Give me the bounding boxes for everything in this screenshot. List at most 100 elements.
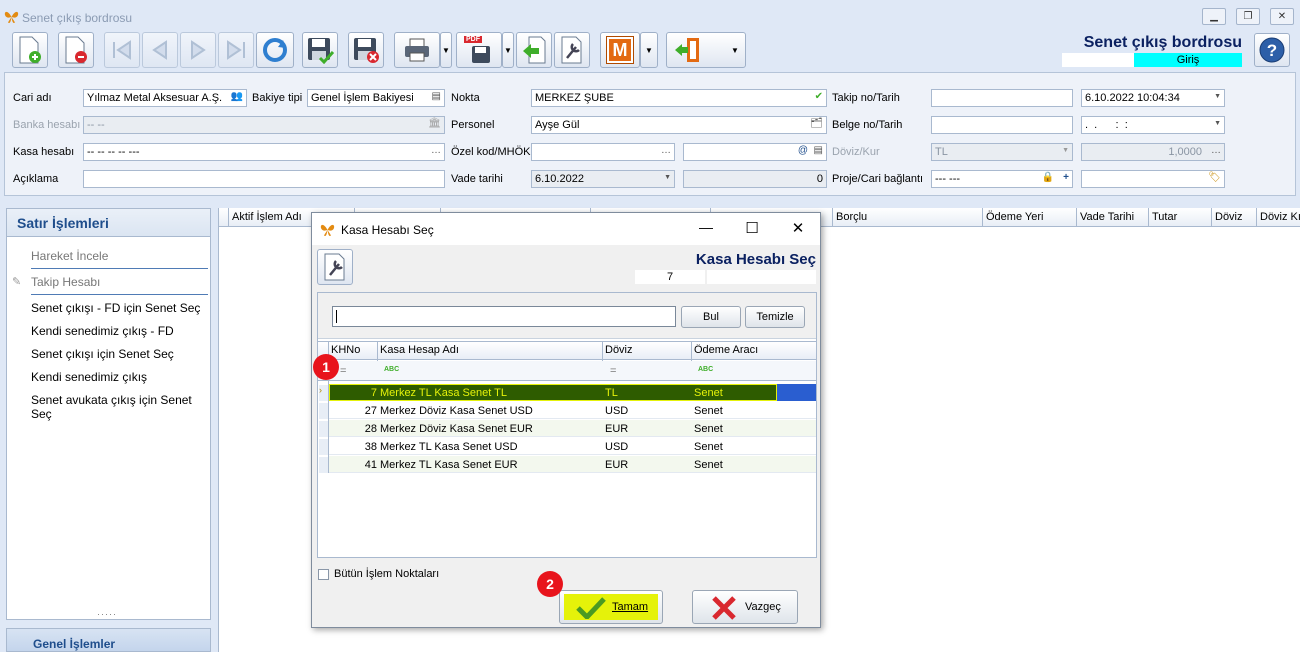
dialog-close-button[interactable]: ✕ bbox=[786, 219, 810, 239]
pdf-export-button[interactable]: PDF bbox=[456, 32, 502, 68]
first-record-button[interactable] bbox=[104, 32, 140, 68]
ok-button[interactable]: Tamam bbox=[559, 590, 663, 624]
print-button[interactable] bbox=[394, 32, 440, 68]
hareket-incele-item[interactable]: Hareket İncele bbox=[31, 249, 108, 263]
email-icon[interactable]: @ bbox=[798, 145, 808, 156]
find-button[interactable]: Bul bbox=[681, 306, 741, 328]
row-indicator-arrow-icon: › bbox=[319, 385, 328, 401]
bank-icon[interactable]: 🏛 bbox=[428, 118, 441, 129]
kendi-senet-fd-item[interactable]: Kendi senedimiz çıkış - FD bbox=[31, 324, 174, 338]
banka-hesabi-field[interactable]: -- -- 🏛 bbox=[83, 116, 445, 134]
add-icon[interactable]: + bbox=[1063, 172, 1069, 183]
kasa-hesabi-field[interactable]: -- -- -- -- ---… bbox=[83, 143, 445, 161]
column-header-khno[interactable]: KHNo bbox=[331, 344, 377, 356]
people-icon[interactable]: 👥 bbox=[231, 91, 243, 102]
dialog-minimize-button[interactable]: — bbox=[694, 219, 718, 239]
clear-button[interactable]: Temizle bbox=[745, 306, 805, 328]
tools-button[interactable] bbox=[554, 32, 590, 68]
person-card-icon[interactable]: 🗂 bbox=[810, 118, 823, 129]
ozel-kod-field[interactable]: … bbox=[531, 143, 675, 161]
dialog-tools-button[interactable] bbox=[317, 249, 353, 285]
filter-op-name[interactable]: ABC bbox=[384, 366, 399, 373]
callout-1: 1 bbox=[313, 354, 339, 380]
all-points-label: Bütün İşlem Noktaları bbox=[334, 568, 440, 580]
previous-record-button[interactable] bbox=[142, 32, 178, 68]
takip-date-field[interactable]: 6.10.2022 10:04:34 ▼ bbox=[1081, 89, 1225, 107]
next-record-button[interactable] bbox=[180, 32, 216, 68]
save-button[interactable] bbox=[302, 32, 338, 68]
proje-field[interactable]: --- --- 🔒 + bbox=[931, 170, 1073, 188]
m-module-button[interactable]: M bbox=[600, 32, 640, 68]
import-button[interactable] bbox=[516, 32, 552, 68]
dialog-titlebar: Kasa Hesabı Seç — ☐ ✕ bbox=[312, 213, 820, 245]
vade-tarihi-field[interactable]: 6.10.2022 ▼ bbox=[531, 170, 675, 188]
print-dropdown-button[interactable]: ▼ bbox=[440, 32, 452, 68]
grid-header[interactable]: Döviz bbox=[1212, 208, 1257, 227]
column-header-name[interactable]: Kasa Hesap Adı bbox=[380, 344, 600, 356]
panel-grip[interactable]: ····· bbox=[97, 609, 117, 619]
pdf-dropdown-button[interactable]: ▼ bbox=[502, 32, 514, 68]
filter-op-currency[interactable]: = bbox=[610, 365, 616, 377]
vade-gun-field[interactable]: 0 bbox=[683, 170, 827, 188]
tag-icon[interactable]: 🏷 bbox=[1208, 172, 1221, 183]
takip-hesabi-item[interactable]: Takip Hesabı bbox=[31, 275, 100, 289]
grid-header[interactable]: Döviz Kı bbox=[1257, 208, 1300, 227]
m-dropdown-button[interactable]: ▼ bbox=[640, 32, 658, 68]
new-document-button[interactable] bbox=[12, 32, 48, 68]
cari-adi-field[interactable]: Yılmaz Metal Aksesuar A.Ş. 👥 bbox=[83, 89, 247, 107]
ellipsis-icon[interactable]: … bbox=[1211, 145, 1221, 156]
dialog-grid-area: Bul Temizle KHNo Kasa Hesap Adı Döviz Öd… bbox=[317, 292, 817, 558]
kur-field[interactable]: 1,0000… bbox=[1081, 143, 1225, 161]
chevron-down-icon[interactable]: ▼ bbox=[1062, 147, 1069, 154]
check-icon[interactable]: ✔ bbox=[815, 91, 823, 102]
belge-no-field[interactable] bbox=[931, 116, 1073, 134]
senet-avukata-item[interactable]: Senet avukata çıkış için Senet Seç bbox=[31, 393, 210, 421]
selected-value-box: 7 bbox=[635, 270, 705, 284]
ellipsis-icon[interactable]: … bbox=[661, 145, 671, 156]
save-close-button[interactable] bbox=[348, 32, 384, 68]
grid-header[interactable]: Borçlu bbox=[833, 208, 983, 227]
chevron-down-icon[interactable]: ▼ bbox=[1214, 120, 1221, 127]
refresh-button[interactable] bbox=[256, 32, 294, 68]
row-method: Senet bbox=[694, 441, 723, 453]
general-operations-header[interactable]: Genel İşlemler bbox=[6, 628, 211, 652]
chevron-down-icon[interactable]: ▼ bbox=[1214, 93, 1221, 100]
cancel-button[interactable]: Vazgeç bbox=[692, 590, 798, 624]
doviz-field[interactable]: TL ▼ bbox=[931, 143, 1073, 161]
row-operations-panel: Satır İşlemleri Hareket İncele ✎ Takip H… bbox=[6, 208, 211, 620]
bakiye-tipi-field[interactable]: Genel İşlem Bakiyesi ▤ bbox=[307, 89, 445, 107]
grid-header[interactable]: Vade Tarihi bbox=[1077, 208, 1149, 227]
lock-icon[interactable]: 🔒 bbox=[1042, 172, 1054, 183]
mhok-field[interactable]: @ ▤ bbox=[683, 143, 827, 161]
kendi-senet-item[interactable]: Kendi senedimiz çıkış bbox=[31, 370, 147, 384]
filter-op-method[interactable]: ABC bbox=[698, 366, 713, 373]
search-input[interactable] bbox=[332, 306, 676, 327]
senet-cikisi-item[interactable]: Senet çıkışı için Senet Seç bbox=[31, 347, 174, 361]
personel-field[interactable]: Ayşe Gül 🗂 bbox=[531, 116, 827, 134]
nokta-field[interactable]: MERKEZ ŞUBE ✔ bbox=[531, 89, 827, 107]
restore-button[interactable]: ❐ bbox=[1236, 8, 1260, 25]
card-icon[interactable]: ▤ bbox=[814, 145, 823, 156]
senet-cikisi-fd-item[interactable]: Senet çıkışı - FD için Senet Seç bbox=[31, 301, 200, 315]
cancel-label: Vazgeç bbox=[745, 601, 781, 613]
dialog-maximize-button[interactable]: ☐ bbox=[740, 219, 764, 239]
aciklama-field[interactable] bbox=[83, 170, 445, 188]
belge-date-field[interactable]: . . : : ▼ bbox=[1081, 116, 1225, 134]
delete-document-button[interactable] bbox=[58, 32, 94, 68]
exit-button[interactable]: ▼ bbox=[666, 32, 746, 68]
takip-no-field[interactable] bbox=[931, 89, 1073, 107]
filter-op-khno[interactable]: = bbox=[340, 365, 346, 377]
grid-header[interactable]: Ödeme Yeri bbox=[983, 208, 1077, 227]
all-points-checkbox[interactable] bbox=[318, 569, 329, 580]
close-button[interactable]: ✕ bbox=[1270, 8, 1294, 25]
help-button[interactable]: ? bbox=[1254, 33, 1290, 67]
cari-baglanti-field[interactable]: 🏷 bbox=[1081, 170, 1225, 188]
ellipsis-icon[interactable]: … bbox=[431, 145, 441, 156]
last-record-button[interactable] bbox=[218, 32, 254, 68]
grid-header[interactable]: Tutar bbox=[1149, 208, 1212, 227]
chevron-down-icon[interactable]: ▼ bbox=[664, 174, 671, 181]
minimize-button[interactable]: ▁ bbox=[1202, 8, 1226, 25]
list-icon[interactable]: ▤ bbox=[432, 91, 441, 102]
column-header-currency[interactable]: Döviz bbox=[605, 344, 689, 356]
column-header-method[interactable]: Ödeme Aracı bbox=[694, 344, 814, 356]
